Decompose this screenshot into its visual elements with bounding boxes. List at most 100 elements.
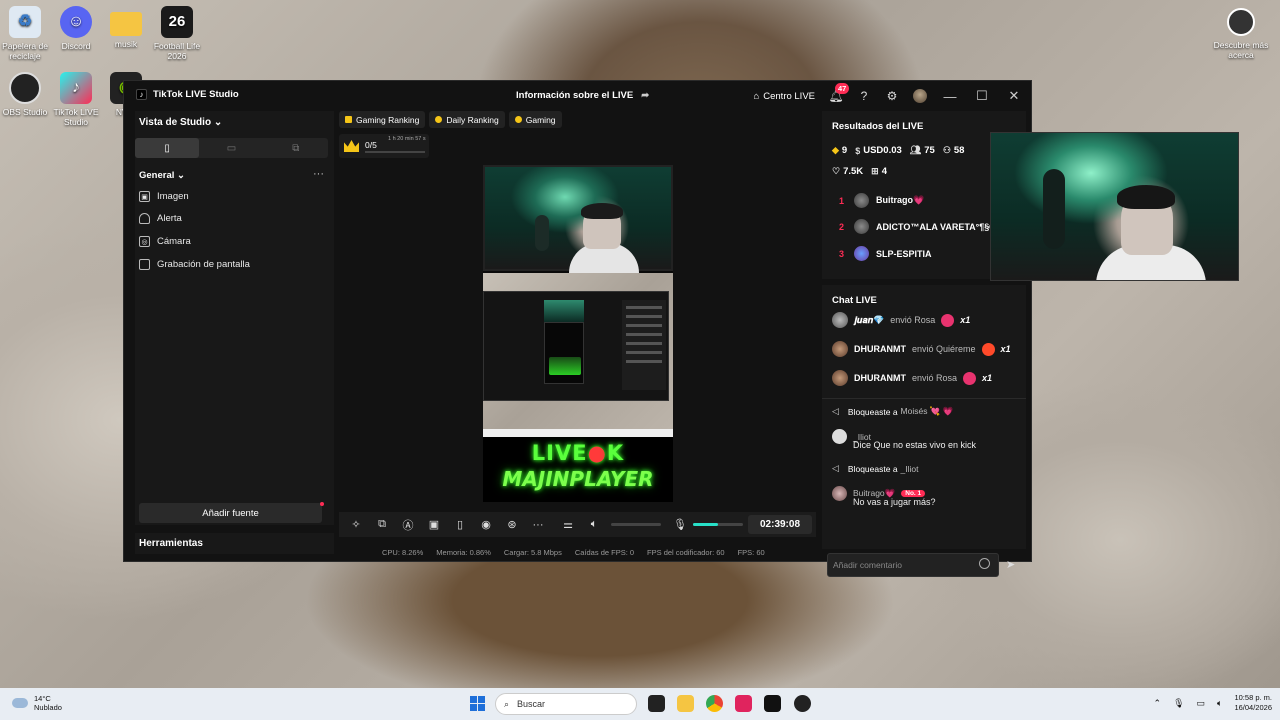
source-item-camera[interactable]: ◎ Cámara: [139, 236, 191, 247]
diamond-icon: ◆: [832, 145, 839, 155]
landscape-layout-button[interactable]: ▭: [199, 138, 263, 158]
streamer-hair: [1117, 185, 1175, 209]
overlay-line-2: MAJINPLAYER: [502, 467, 654, 491]
taskbar-search[interactable]: ⌕ Buscar: [495, 693, 637, 715]
profile-avatar[interactable]: [913, 89, 927, 103]
mirrored-panel: [622, 300, 666, 390]
camera-feed: [483, 165, 673, 273]
replay-icon[interactable]: ⊛: [499, 518, 525, 531]
obs-taskbar-icon[interactable]: [794, 695, 811, 712]
mixer-icon[interactable]: ⚌: [555, 518, 581, 531]
app-icon[interactable]: [735, 695, 752, 712]
bell-icon: [139, 213, 150, 224]
notifications-bell-icon[interactable]: 🔔︎ 47: [828, 83, 850, 103]
record-icon[interactable]: ◉: [473, 518, 499, 531]
help-icon[interactable]: ?: [857, 89, 871, 103]
more-icon[interactable]: ···: [525, 519, 551, 531]
camera-icon: ◎: [139, 236, 150, 247]
desktop-icon-spotlight[interactable]: Descubre más acerca: [1206, 8, 1276, 60]
chat-comment[interactable]: Buitrago💗 No. 1 No vas a jugar más?: [832, 486, 936, 507]
tiktok-live-taskbar-icon[interactable]: [764, 695, 781, 712]
comment-input[interactable]: Añadir comentario: [827, 553, 999, 577]
desktop-icon-football-life[interactable]: 26 Football Life 2026: [149, 6, 205, 61]
tiktok-logo-icon: ♪: [136, 89, 147, 100]
system-message: ◁ Bloqueaste a _Iliot: [832, 463, 919, 474]
stream-preview[interactable]: LIVE●K MAJINPLAYER: [483, 165, 673, 502]
overlay-line-1: LIVE●K: [531, 441, 625, 465]
goal-count: 0/5: [365, 140, 377, 150]
desktop-icon-discord[interactable]: ☺ Discord: [48, 6, 104, 51]
centro-live-button[interactable]: ⌂ Centro LIVE: [754, 91, 816, 102]
performance-stats: CPU: 8.26% Memoria: 0.86% Cargar: 5.8 Mb…: [382, 548, 765, 557]
chat-comment[interactable]: _Iliot Dice Que no estas vivo en kick: [832, 429, 976, 450]
clock[interactable]: 10:58 p. m. 16/04/2026: [1234, 693, 1272, 713]
volume-icon[interactable]: 🔈︎: [1217, 698, 1222, 709]
daily-ranking-chip[interactable]: Daily Ranking: [429, 111, 505, 128]
floating-camera-window[interactable]: [990, 132, 1239, 281]
close-button[interactable]: ✕: [1005, 88, 1023, 104]
send-icon[interactable]: ➤: [1006, 558, 1015, 571]
stage-area: Gaming Ranking Daily Ranking Gaming 0/5 …: [339, 111, 821, 561]
portrait-layout-button[interactable]: ▯: [135, 138, 200, 158]
speaker-icon[interactable]: 🔈︎: [581, 518, 607, 531]
volume-slider[interactable]: [611, 523, 661, 526]
task-view-icon[interactable]: [648, 695, 665, 712]
maximize-button[interactable]: ☐: [973, 88, 991, 104]
avatar: [832, 341, 848, 357]
app-title: ♪ TikTok LIVE Studio: [136, 89, 239, 100]
more-options-icon[interactable]: ···: [313, 168, 324, 180]
network-icon[interactable]: ▭: [1197, 698, 1206, 709]
share-icon[interactable]: ➦: [641, 90, 649, 101]
system-tray: ⌃ 🎙︎ ▭ 🔈︎ 10:58 p. m. 16/04/2026: [1154, 693, 1272, 713]
settings-gear-icon[interactable]: ⚙: [885, 89, 899, 103]
gift-message[interactable]: DHURANMT envió Rosa x1: [832, 370, 992, 386]
tools-section[interactable]: Herramientas: [135, 533, 334, 554]
file-explorer-icon[interactable]: [677, 695, 694, 712]
followers-stat: ⚇ 58: [942, 145, 965, 156]
microphone-icon[interactable]: 🎙︎: [1173, 698, 1184, 709]
start-button[interactable]: [470, 696, 485, 711]
source-item-image[interactable]: ▣ Imagen: [139, 191, 189, 202]
gifters-stat: ⊞ 4: [871, 166, 887, 177]
studio-view-dropdown[interactable]: Vista de Studio ⌄: [139, 117, 222, 128]
gift-message[interactable]: DHURANMT envió Quiéreme x1: [832, 341, 1011, 357]
phone-icon[interactable]: ▯: [447, 518, 473, 531]
gaming-ranking-chip[interactable]: Gaming Ranking: [339, 111, 426, 128]
desktop-icon-musik[interactable]: musik: [98, 6, 154, 49]
notification-dot: [320, 502, 324, 506]
ranking-item[interactable]: 2 ADICTO™ALA VARETA°¶§®: [839, 219, 996, 234]
weather-widget[interactable]: 14°C Nublado: [12, 694, 62, 712]
ranking-item[interactable]: 3 SLP-ESPITIA: [839, 246, 932, 261]
results-stats-row-2: ♡ 7.5K ⊞ 4: [832, 166, 887, 177]
live-kick-overlay: LIVE●K MAJINPLAYER: [483, 437, 673, 502]
desktop-icon-obs[interactable]: OBS Studio: [0, 72, 53, 117]
live-info-title[interactable]: Información sobre el LIVE ➦: [516, 90, 649, 101]
desktop-icon-recycle-bin[interactable]: ♻ Papelera de reciclaje: [0, 6, 53, 61]
mirrored-window: [483, 291, 669, 401]
microphone-icon[interactable]: 🎙︎: [667, 518, 693, 531]
add-source-button[interactable]: Añadir fuente: [139, 503, 322, 523]
title-bar: ♪ TikTok LIVE Studio Información sobre e…: [124, 81, 1031, 111]
comment-text: No vas a jugar más?: [853, 497, 936, 507]
chevron-up-icon[interactable]: ⌃: [1154, 698, 1162, 709]
minimize-button[interactable]: —: [941, 89, 959, 104]
live-goal-widget[interactable]: 0/5 1 h 20 min 57 s: [339, 134, 429, 158]
desktop-icon-tiktok-live[interactable]: ♪ TikTok LIVE Studio: [48, 72, 104, 127]
magic-wand-icon[interactable]: ✧: [343, 518, 369, 531]
mic-level-slider[interactable]: [693, 523, 743, 526]
source-item-alert[interactable]: Alerta: [139, 213, 182, 224]
general-section-toggle[interactable]: General ⌄: [139, 170, 185, 181]
gaming-chip[interactable]: Gaming: [508, 111, 562, 128]
cpu-stat: CPU: 8.26%: [382, 548, 424, 557]
ranking-item[interactable]: 1 Buitrago💗: [839, 193, 924, 208]
gift-message[interactable]: 𝒋𝒖𝒂𝒏💎 envió Rosa x1: [832, 312, 970, 328]
emoji-icon[interactable]: [979, 558, 990, 569]
avatar: [854, 219, 869, 234]
dual-layout-button[interactable]: ⧉: [264, 138, 328, 158]
ai-icon[interactable]: Ⓐ: [395, 517, 421, 533]
effects-icon[interactable]: ⧉: [369, 518, 395, 531]
title-bar-actions: ⌂ Centro LIVE 🔔︎ 47 ? ⚙ — ☐ ✕: [754, 83, 1024, 106]
chrome-icon[interactable]: [706, 695, 723, 712]
scene-icon[interactable]: ▣: [421, 518, 447, 531]
source-item-screen-capture[interactable]: Grabación de pantalla: [139, 259, 250, 270]
